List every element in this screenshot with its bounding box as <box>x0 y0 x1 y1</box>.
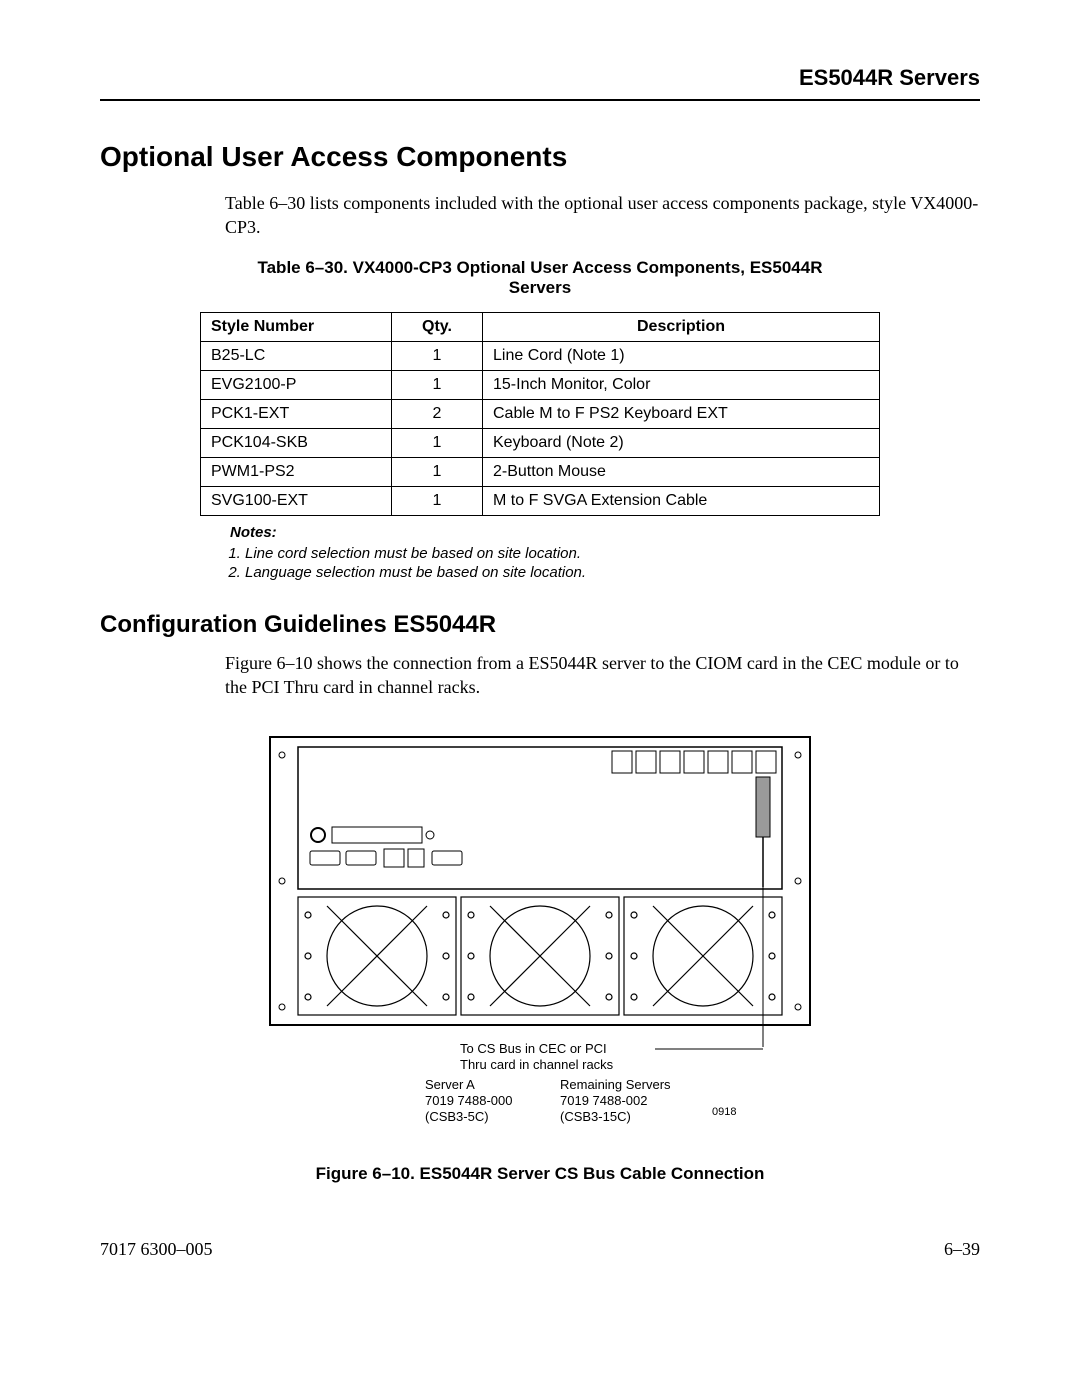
table-row: EVG2100-P 1 15-Inch Monitor, Color <box>201 370 880 399</box>
notes-title: Notes: <box>200 524 880 541</box>
th-style: Style Number <box>201 312 392 341</box>
cell-style: SVG100-EXT <box>201 486 392 515</box>
table-header-row: Style Number Qty. Description <box>201 312 880 341</box>
cell-qty: 1 <box>392 428 483 457</box>
fig-label-csbus-1: To CS Bus in CEC or PCI <box>460 1041 607 1056</box>
table-row: SVG100-EXT 1 M to F SVGA Extension Cable <box>201 486 880 515</box>
section-title-optional-access: Optional User Access Components <box>100 141 980 173</box>
fig-drawing-number: 0918 <box>712 1106 736 1118</box>
table-row: PWM1-PS2 1 2-Button Mouse <box>201 457 880 486</box>
server-diagram: To CS Bus in CEC or PCI Thru card in cha… <box>260 727 820 1147</box>
table-row: PCK104-SKB 1 Keyboard (Note 2) <box>201 428 880 457</box>
cell-qty: 1 <box>392 486 483 515</box>
cell-style: PCK104-SKB <box>201 428 392 457</box>
components-table: Style Number Qty. Description B25-LC 1 L… <box>200 312 880 516</box>
section1-paragraph: Table 6–30 lists components included wit… <box>100 191 980 240</box>
cell-desc: Line Cord (Note 1) <box>483 341 880 370</box>
note-item: Language selection must be based on site… <box>245 564 880 581</box>
fig-col-a-line2: (CSB3-5C) <box>425 1109 489 1124</box>
fig-col-a-header: Server A <box>425 1077 475 1092</box>
cell-qty: 1 <box>392 370 483 399</box>
fig-col-b-line2: (CSB3-15C) <box>560 1109 631 1124</box>
table-row: PCK1-EXT 2 Cable M to F PS2 Keyboard EXT <box>201 399 880 428</box>
cell-style: PWM1-PS2 <box>201 457 392 486</box>
cell-style: EVG2100-P <box>201 370 392 399</box>
section-title-config-guidelines: Configuration Guidelines ES5044R <box>100 611 980 639</box>
figure-caption: Figure 6–10. ES5044R Server CS Bus Cable… <box>100 1164 980 1184</box>
fig-col-a-line1: 7019 7488-000 <box>425 1093 512 1108</box>
note-item: Line cord selection must be based on sit… <box>245 545 880 562</box>
table-caption: Table 6–30. VX4000-CP3 Optional User Acc… <box>230 258 850 298</box>
running-head: ES5044R Servers <box>100 65 980 91</box>
notes-block: Notes: Line cord selection must be based… <box>200 524 880 581</box>
fig-col-b-header: Remaining Servers <box>560 1077 671 1092</box>
cell-desc: 2-Button Mouse <box>483 457 880 486</box>
cell-desc: Cable M to F PS2 Keyboard EXT <box>483 399 880 428</box>
cell-qty: 2 <box>392 399 483 428</box>
figure-wrap: To CS Bus in CEC or PCI Thru card in cha… <box>100 727 980 1184</box>
cell-style: B25-LC <box>201 341 392 370</box>
footer-page-number: 6–39 <box>944 1239 980 1260</box>
th-desc: Description <box>483 312 880 341</box>
cell-desc: Keyboard (Note 2) <box>483 428 880 457</box>
th-qty: Qty. <box>392 312 483 341</box>
cell-qty: 1 <box>392 457 483 486</box>
header-rule <box>100 99 980 101</box>
fig-label-csbus-2: Thru card in channel racks <box>460 1057 614 1072</box>
section2-paragraph: Figure 6–10 shows the connection from a … <box>100 651 980 700</box>
cell-style: PCK1-EXT <box>201 399 392 428</box>
cell-desc: M to F SVGA Extension Cable <box>483 486 880 515</box>
cell-desc: 15-Inch Monitor, Color <box>483 370 880 399</box>
cell-qty: 1 <box>392 341 483 370</box>
fig-col-b-line1: 7019 7488-002 <box>560 1093 647 1108</box>
table-row: B25-LC 1 Line Cord (Note 1) <box>201 341 880 370</box>
footer-doc-number: 7017 6300–005 <box>100 1239 213 1260</box>
